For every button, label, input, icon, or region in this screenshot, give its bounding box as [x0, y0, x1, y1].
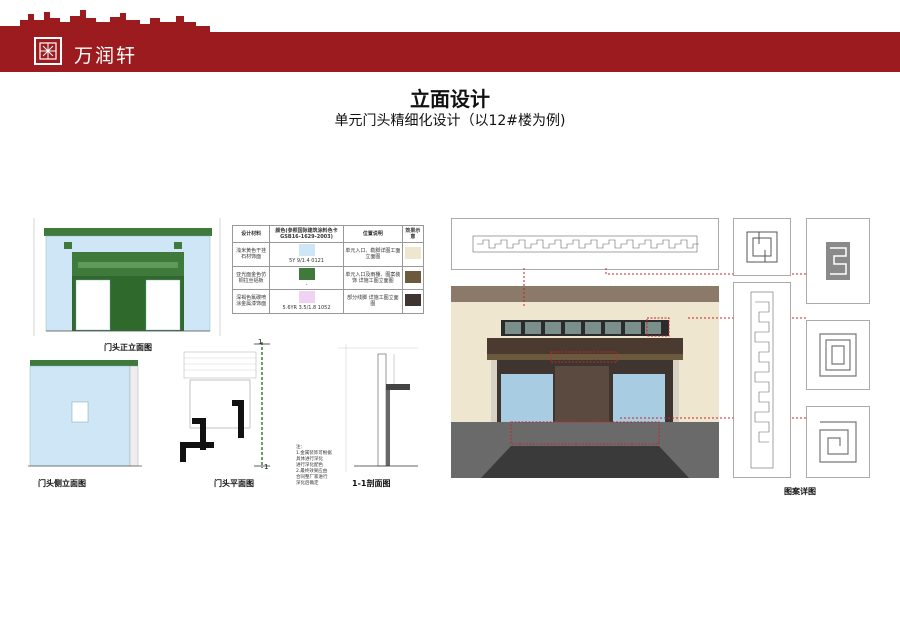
effect-swatch [404, 247, 421, 260]
section-caption: 1-1剖面图 [352, 479, 391, 488]
table-header: 位置说明 [342, 225, 403, 243]
color-code: 5.6YR 3.5/1.8 1052 [282, 305, 331, 312]
side-elevation-caption: 门头侧立面图 [38, 479, 86, 488]
note-line: 深化后确定 [296, 481, 319, 487]
front-elevation-caption: 门头正立面图 [104, 343, 152, 352]
pattern-detail-2 [806, 218, 870, 304]
pattern-detail-1 [733, 218, 791, 276]
effect-cell [401, 289, 425, 314]
skyline-decoration [0, 10, 210, 34]
effect-cell [401, 242, 425, 267]
pattern-detail-4 [806, 320, 870, 390]
brand-name: 万润轩 [74, 45, 138, 67]
logo-icon [39, 42, 57, 60]
color-code: - [305, 281, 308, 288]
material-cell: 浅米黄色干挂石材饰面 [231, 242, 271, 267]
material-cell: 亚光面金色仿铜拉丝铝板 [231, 265, 271, 290]
plan-caption: 门头平面图 [214, 479, 254, 488]
page-subtitle: 单元门头精细化设计（以12#楼为例) [334, 113, 566, 129]
table-row: 浅米黄色干挂石材饰面 5Y 9/1.4 0121 单元入口、勒脚详图工面立面图 [231, 242, 425, 267]
section-mark-top: 1 [258, 338, 263, 346]
table-header-row: 设计材料 颜色(参照国际建筑涂料色卡GSB16-1629-2003) 位置说明 … [231, 225, 425, 243]
table-row: 深褐色氟碳喷涂金属漆饰面 5.6YR 3.5/1.8 1052 部分线脚 详施工… [231, 289, 425, 314]
side-elevation-drawing [28, 360, 142, 467]
table-row: 亚光面金色仿铜拉丝铝板 - 单元入口及雨棚、图案装饰 详施工图立面图 [231, 265, 425, 290]
notes-block: 注： 1.金属装饰可根据具体进行深化 进行深化配色 2.最终效果应由 合同整厂家… [296, 445, 332, 487]
color-code: 5Y 9/1.4 0121 [289, 258, 325, 265]
effect-cell [401, 265, 425, 290]
pattern-detail-caption: 图案详图 [784, 487, 816, 496]
table-header: 颜色(参照国际建筑涂料色卡GSB16-1629-2003) [269, 225, 344, 243]
table-header: 设计材料 [231, 225, 271, 243]
note-line: 1.金属装饰可根据具体进行深化 [296, 451, 332, 463]
color-swatch [298, 267, 315, 280]
color-cell: - [269, 265, 344, 290]
location-cell: 单元入口、勒脚详图工面立面图 [342, 242, 403, 267]
front-elevation-drawing [33, 218, 221, 336]
location-cell: 部分线脚 详施工图立面图 [342, 289, 403, 314]
ceiling-pattern-drawing [451, 218, 719, 270]
page-title: 立面设计 [410, 87, 490, 111]
section-drawing [338, 344, 418, 472]
color-swatch [298, 244, 315, 256]
table-header: 效果示意 [401, 225, 425, 243]
material-cell: 深褐色氟碳喷涂金属漆饰面 [231, 289, 271, 314]
effect-swatch [404, 294, 421, 307]
effect-swatch [404, 270, 421, 283]
material-table: 设计材料 颜色(参照国际建筑涂料色卡GSB16-1629-2003) 位置说明 … [231, 225, 425, 314]
color-swatch [298, 291, 315, 303]
section-mark-bottom: 1 [264, 463, 269, 471]
location-cell: 单元入口及雨棚、图案装饰 详施工图立面图 [342, 265, 403, 290]
brand-logo [34, 37, 62, 65]
color-cell: 5Y 9/1.4 0121 [269, 242, 344, 267]
pattern-detail-3 [733, 282, 791, 478]
color-cell: 5.6YR 3.5/1.8 1052 [269, 289, 344, 314]
plan-drawing [180, 342, 270, 468]
pattern-detail-5 [806, 406, 870, 478]
